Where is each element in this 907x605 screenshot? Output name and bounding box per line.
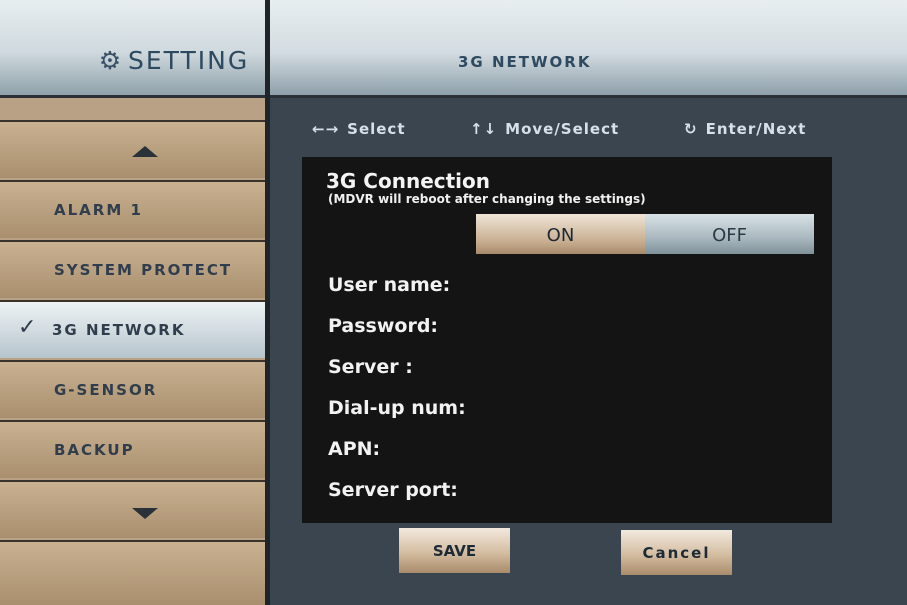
- hint-label: Move/Select: [505, 120, 620, 138]
- triangle-down-icon: [132, 508, 158, 519]
- sidebar-title: ⚙ SETTING: [98, 46, 249, 75]
- sidebar-title-text: SETTING: [128, 46, 250, 75]
- sidebar-item-label: SYSTEM PROTECT: [54, 261, 233, 279]
- hint-move-select: ↑↓ Move/Select: [470, 120, 619, 138]
- scroll-up-button[interactable]: [0, 120, 267, 178]
- on-button[interactable]: ON: [476, 214, 645, 254]
- hint-select: ←→ Select: [312, 120, 406, 138]
- sidebar-item-3g-network[interactable]: ✓ 3G NETWORK: [0, 300, 267, 358]
- save-button[interactable]: SAVE: [399, 528, 510, 573]
- user-name-field[interactable]: User name:: [328, 274, 450, 296]
- sidebar-item-alarm-1[interactable]: ALARM 1: [0, 180, 267, 238]
- off-button[interactable]: OFF: [645, 214, 814, 254]
- left-right-arrows-icon: ←→: [312, 120, 340, 138]
- dial-up-num-field[interactable]: Dial-up num:: [328, 397, 466, 419]
- sidebar-item-backup[interactable]: BACKUP: [0, 420, 267, 478]
- main-panel: 3G NETWORK ←→ Select ↑↓ Move/Select ↻ Enter…: [270, 0, 907, 605]
- main-header: 3G NETWORK: [270, 0, 907, 98]
- checkmark-icon: ✓: [18, 315, 37, 340]
- hint-label: Select: [347, 120, 406, 138]
- server-field[interactable]: Server :: [328, 356, 413, 378]
- control-hints: ←→ Select ↑↓ Move/Select ↻ Enter/Next: [312, 120, 882, 144]
- enter-icon: ↻: [684, 120, 698, 138]
- scroll-down-button[interactable]: [0, 480, 267, 538]
- hint-label: Enter/Next: [705, 120, 807, 138]
- cancel-button[interactable]: Cancel: [621, 530, 732, 575]
- sidebar-header: ⚙ SETTING: [0, 0, 267, 98]
- sidebar-item-system-protect[interactable]: SYSTEM PROTECT: [0, 240, 267, 298]
- apn-field[interactable]: APN:: [328, 438, 380, 460]
- page-title: 3G NETWORK: [458, 53, 592, 71]
- settings-panel: 3G Connection (MDVR will reboot after ch…: [302, 157, 832, 523]
- sidebar: ⚙ SETTING ALARM 1 SYSTEM PROTECT ✓ 3G NET…: [0, 0, 267, 605]
- connection-note: (MDVR will reboot after changing the set…: [328, 192, 646, 206]
- sidebar-item-label: G-SENSOR: [54, 381, 158, 399]
- sidebar-empty-row: [0, 540, 267, 605]
- triangle-up-icon: [132, 146, 158, 157]
- sidebar-item-g-sensor[interactable]: G-SENSOR: [0, 360, 267, 418]
- connection-title: 3G Connection: [326, 169, 491, 193]
- up-down-arrows-icon: ↑↓: [470, 120, 498, 138]
- password-field[interactable]: Password:: [328, 315, 438, 337]
- server-port-field[interactable]: Server port:: [328, 479, 458, 501]
- gear-icon: ⚙: [98, 46, 124, 75]
- sidebar-item-label: 3G NETWORK: [52, 321, 186, 339]
- sidebar-item-label: ALARM 1: [54, 201, 143, 219]
- sidebar-item-label: BACKUP: [54, 441, 135, 459]
- hint-enter-next: ↻ Enter/Next: [684, 120, 806, 138]
